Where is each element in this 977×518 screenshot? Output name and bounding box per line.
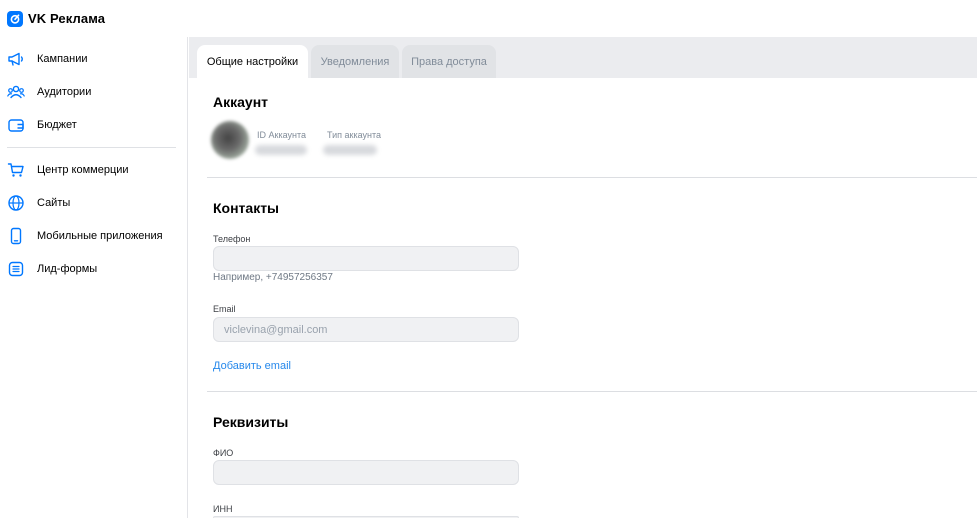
phone-hint: Например, +74957256357 <box>213 272 333 283</box>
app-title[interactable]: VK Реклама <box>28 11 105 26</box>
vk-ads-logo-icon[interactable] <box>7 10 23 27</box>
sidebar-item-commerce-center[interactable]: Центр коммерции <box>0 156 187 184</box>
sidebar-item-lead-forms[interactable]: Лид-формы <box>0 255 187 283</box>
phone-input[interactable] <box>213 246 519 271</box>
tab-access-rights[interactable]: Права доступа <box>402 45 496 78</box>
sidebar-item-label: Аудитории <box>37 86 92 98</box>
sidebar-item-label: Центр коммерции <box>37 164 129 176</box>
account-id-label: ID Аккаунта <box>257 130 306 140</box>
sidebar-item-label: Бюджет <box>37 119 77 131</box>
account-type-value-redacted <box>323 145 377 155</box>
tab-notifications[interactable]: Уведомления <box>311 45 399 78</box>
sidebar-item-campaigns[interactable]: Кампании <box>0 45 187 73</box>
cart-icon <box>7 163 24 177</box>
sidebar-item-sites[interactable]: Сайты <box>0 189 187 217</box>
tab-general-settings[interactable]: Общие настройки <box>197 45 308 78</box>
sidebar-item-label: Мобильные приложения <box>37 230 163 242</box>
phone-icon <box>10 227 22 245</box>
users-icon <box>7 85 25 99</box>
phone-label: Телефон <box>213 234 251 244</box>
tab-label: Уведомления <box>320 55 390 68</box>
sidebar-item-label: Сайты <box>37 197 71 209</box>
inn-label: ИНН <box>213 504 233 514</box>
account-section-title: Аккаунт <box>213 94 269 110</box>
section-divider <box>207 391 977 392</box>
tab-label: Общие настройки <box>206 55 299 68</box>
sidebar-divider <box>7 147 176 148</box>
sidebar-item-label: Лид-формы <box>37 263 98 275</box>
globe-icon <box>8 195 24 211</box>
section-divider <box>207 177 977 178</box>
top-bar: VK Реклама <box>0 0 977 37</box>
tab-bar: Общие настройки Уведомления Права доступ… <box>189 37 977 78</box>
tab-label: Права доступа <box>411 55 487 68</box>
sidebar-item-audiences[interactable]: Аудитории <box>0 78 187 106</box>
sidebar-item-label: Кампании <box>37 53 88 65</box>
fio-label: ФИО <box>213 448 234 458</box>
wallet-icon <box>8 119 24 132</box>
main-content: Общие настройки Уведомления Права доступ… <box>189 37 977 518</box>
account-type-label: Тип аккаунта <box>327 130 381 140</box>
form-icon <box>8 261 24 277</box>
add-email-link[interactable]: Добавить email <box>213 360 291 372</box>
email-label: Email <box>213 304 236 314</box>
account-id-value-redacted <box>255 145 307 155</box>
contacts-section-title: Контакты <box>213 200 280 216</box>
email-input[interactable]: viclevina@gmail.com <box>213 317 519 342</box>
avatar <box>211 121 249 159</box>
sidebar-item-budget[interactable]: Бюджет <box>0 111 187 139</box>
sidebar: Кампании Аудитории Бюджет Центр коммерци… <box>0 37 188 518</box>
fio-input[interactable] <box>213 460 519 485</box>
sidebar-item-mobile-apps[interactable]: Мобильные приложения <box>0 222 187 250</box>
megaphone-icon <box>8 52 23 66</box>
requisites-section-title: Реквизиты <box>213 414 289 430</box>
